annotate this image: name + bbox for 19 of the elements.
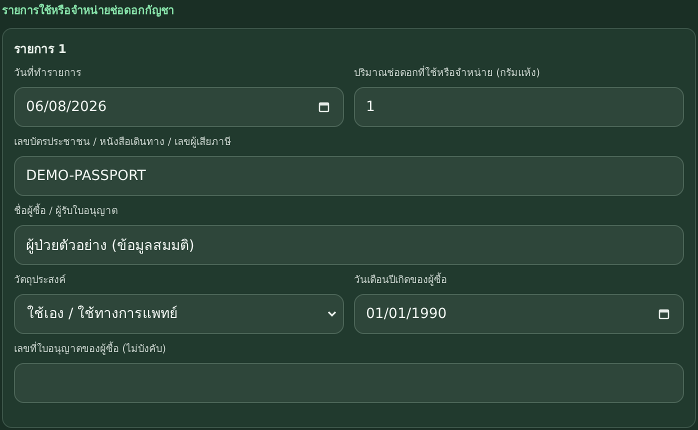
calendar-icon[interactable] — [318, 101, 330, 113]
input-field[interactable] — [14, 363, 684, 403]
date-field[interactable]: 06/08/2026 — [14, 87, 344, 127]
input-field[interactable]: ผู้ป่วยตัวอย่าง (ข้อมูลสมมติ) — [14, 225, 684, 265]
chevron-down-icon — [327, 310, 337, 318]
field-label: เลขบัตรประชาชน / หนังสือเดินทาง / เลขผู้เสียภาษี — [14, 136, 232, 150]
field-label: วันเดือนปีเกิดของผู้ซื้อ — [354, 274, 684, 288]
card-title: รายการ 1 — [14, 41, 68, 57]
input-field[interactable]: DEMO-PASSPORT — [14, 156, 684, 196]
field-label: เลขที่ใบอนุญาตของผู้ซื้อ (ไม่บังคับ) — [14, 343, 684, 357]
section-title: รายการใช้หรือจำหน่ายช่อดอกกัญชา — [2, 3, 175, 19]
field-label: ชื่อผู้ซื้อ / ผู้รับใบอนุญาต — [14, 205, 684, 219]
calendar-icon[interactable] — [658, 308, 670, 320]
field-label: วัตถุประสงค์ — [14, 274, 67, 288]
input-field[interactable]: 1 — [354, 87, 684, 127]
date-field[interactable]: 01/01/1990 — [354, 294, 684, 334]
field-label: วันที่ทำรายการ — [14, 67, 344, 81]
purpose-dropdown[interactable]: ใช้เอง / ใช้ทางการแพทย์ — [14, 294, 344, 334]
field-label: ปริมาณช่อดอกที่ใช้หรือจำหน่าย (กรัมแห้ง) — [354, 67, 684, 81]
